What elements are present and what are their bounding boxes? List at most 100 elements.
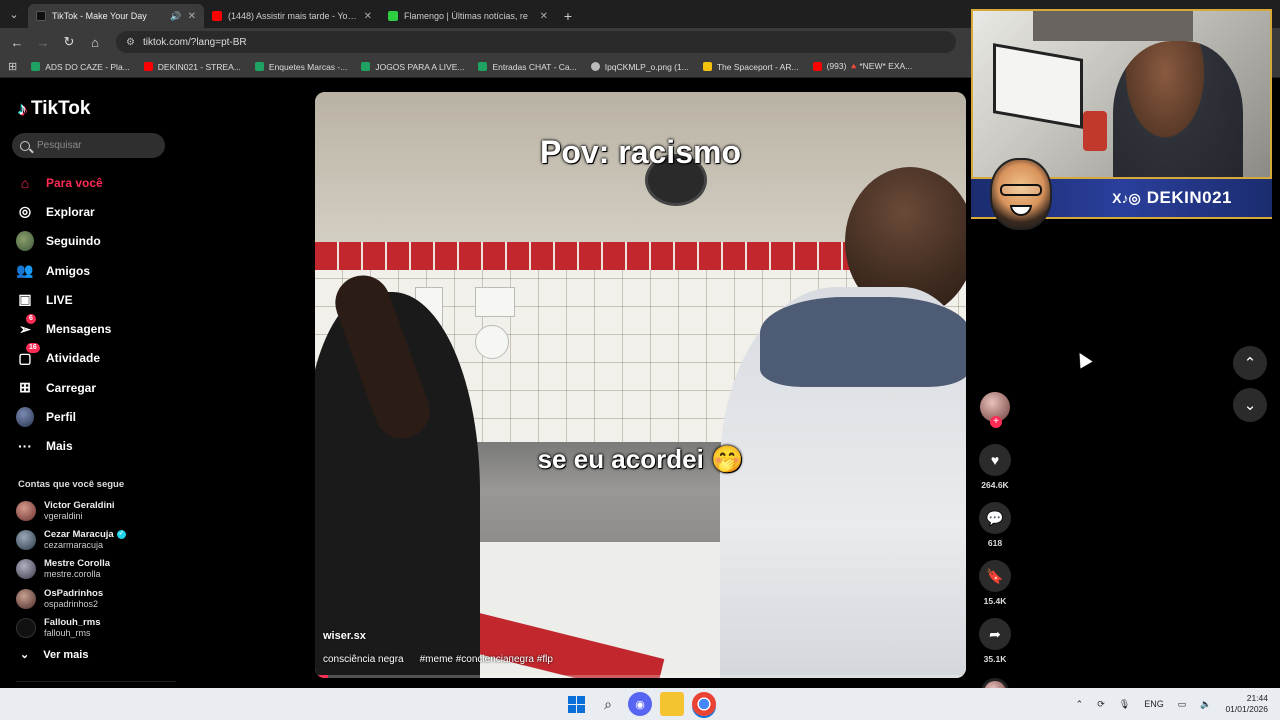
tab-tiktok[interactable]: TikTok - Make Your Day 🔊 ✕	[28, 4, 204, 28]
close-tab-icon[interactable]: ✕	[188, 11, 196, 22]
windows-logo-icon	[567, 695, 585, 713]
share-arrow-icon: ➦	[989, 625, 1001, 642]
chrome-icon[interactable]	[692, 692, 716, 716]
streamer-handle: DEKIN021	[1146, 188, 1232, 207]
sync-icon[interactable]: ⟳	[1097, 699, 1105, 710]
tab-search-icon[interactable]: ⌄	[0, 0, 28, 28]
apps-grid-icon[interactable]: ⊞	[8, 60, 17, 73]
taskbar-apps: ⌕ ◉	[564, 692, 716, 716]
streamer-webcam	[971, 9, 1272, 179]
new-tab-button[interactable]: +	[556, 4, 580, 28]
tab-flamengo[interactable]: Flamengo | Últimas notícias, re ✕	[380, 4, 556, 28]
tab-youtube[interactable]: (1448) Assistir mais tarde - YouTube ✕	[204, 4, 380, 28]
save-count: 15.4K	[983, 596, 1007, 606]
clock-date: 01/01/2026	[1225, 704, 1268, 714]
bookmark-item[interactable]: JOGOS PARA A LIVE...	[361, 62, 464, 72]
nav-for-you[interactable]: ⌂ Para você	[16, 168, 176, 197]
search-box[interactable]	[12, 133, 165, 158]
following-account[interactable]: Mestre Corolla mestre.corolla	[16, 555, 176, 584]
caption-text: consciência negra	[323, 654, 404, 665]
more-icon: ···	[18, 438, 32, 455]
like-button[interactable]: ♥	[979, 444, 1011, 476]
volume-icon[interactable]: 🔈	[1200, 699, 1211, 710]
bookmark-item[interactable]: DEKIN021 - STREA...	[143, 62, 241, 72]
start-button[interactable]	[564, 692, 588, 716]
following-account[interactable]: Cezar Maracuja ✓ cezarmaracuja	[16, 525, 176, 554]
video-progress-bar[interactable]	[315, 675, 966, 678]
bookmark-item[interactable]: The Spaceport - AR...	[702, 62, 799, 72]
language-indicator[interactable]: ENG	[1144, 699, 1164, 709]
share-count: 35.1K	[983, 654, 1007, 664]
following-account[interactable]: OsPadrinhos ospadrinhos2	[16, 584, 176, 613]
save-button[interactable]: 🔖	[979, 560, 1011, 592]
file-explorer-icon[interactable]	[660, 692, 684, 716]
comment-count: 618	[987, 538, 1003, 548]
discord-icon[interactable]: ◉	[628, 692, 652, 716]
chevron-down-icon: ⌄	[20, 649, 30, 661]
chevron-up-icon: ⌃	[1243, 355, 1257, 372]
video-author[interactable]: wiser.sx	[323, 630, 366, 642]
home-button[interactable]: ⌂	[84, 31, 106, 53]
divider	[16, 681, 176, 682]
caption-hashtags[interactable]: #meme #concienciaпegra #flp	[420, 654, 553, 665]
bookmark-item[interactable]: ADS DO CAZE - Pla...	[31, 62, 130, 72]
creator-avatar[interactable]: +	[980, 392, 1010, 428]
chevron-up-icon[interactable]: ⌃	[1076, 699, 1084, 710]
social-icons: X♪◎	[1112, 189, 1141, 206]
following-list: Victor Geraldini vgeraldini Cezar Maracuj…	[16, 496, 176, 642]
avatar	[16, 500, 36, 521]
avatar	[16, 617, 36, 638]
comment-icon: 💬	[986, 509, 1004, 526]
nav-activity[interactable]: ▢ 16 Atividade	[16, 343, 176, 373]
close-tab-icon[interactable]: ✕	[364, 11, 372, 22]
following-account[interactable]: Victor Geraldini vgeraldini	[16, 496, 176, 525]
forward-button[interactable]: →	[32, 31, 54, 53]
heart-icon: ♥	[990, 452, 1000, 468]
follow-plus-icon[interactable]: +	[990, 416, 1002, 428]
close-tab-icon[interactable]: ✕	[540, 11, 548, 22]
brand-name: TikTok	[31, 98, 91, 119]
video-caption: consciência negra #meme #concienciaпegra…	[323, 654, 553, 665]
see-more-button[interactable]: ⌄ Ver mais	[20, 648, 88, 662]
microphone-icon[interactable]: 🎙	[1119, 699, 1130, 710]
following-account[interactable]: Fallouh_rms fallouh_rms	[16, 613, 176, 642]
chevron-down-icon: ⌄	[1243, 397, 1257, 414]
previous-video-button[interactable]: ⌃	[1233, 346, 1267, 380]
search-icon[interactable]: ⌕	[596, 692, 620, 716]
video-overlay-title: Pov: racismo	[540, 134, 741, 170]
reload-button[interactable]: ↻	[58, 31, 80, 53]
video-player[interactable]: Pov: racismo se eu acordei 🤭 wiser.sx co…	[315, 92, 966, 678]
youtube-icon	[812, 62, 822, 71]
clock[interactable]: 21:44 01/01/2026	[1225, 693, 1268, 715]
nav-friends[interactable]: 👥 Amigos	[16, 256, 176, 285]
bookmark-item[interactable]: Enquetes Marcas -...	[254, 62, 347, 72]
nav-explore[interactable]: ◎ Explorar	[16, 197, 176, 226]
friends-icon: 👥	[16, 262, 34, 279]
back-button[interactable]: ←	[6, 31, 28, 53]
avatar	[16, 559, 36, 580]
site-settings-icon[interactable]: ⚙	[126, 37, 135, 48]
bookmark-item[interactable]: (993) 🔺*NEW* EXA...	[812, 61, 912, 72]
comment-button[interactable]: 💬	[979, 502, 1011, 534]
live-icon: ▣	[18, 291, 32, 308]
tiktok-logo[interactable]: ♪ TikTok	[18, 98, 90, 120]
profile-icon	[16, 407, 34, 428]
nav-messages[interactable]: ➢ 6 Mensagens	[16, 314, 176, 343]
globe-icon	[590, 62, 600, 71]
next-video-button[interactable]: ⌄	[1233, 388, 1267, 422]
bookmark-item[interactable]: IpqCKMLP_o.png (1...	[590, 62, 689, 72]
nav-following[interactable]: Seguindo	[16, 227, 176, 256]
share-button[interactable]: ➦	[979, 618, 1011, 650]
nav-upload[interactable]: ⊞ Carregar	[16, 373, 176, 402]
system-tray: ⌃ ⟳ 🎙 ENG ▭ 🔈 21:44 01/01/2026	[1076, 688, 1268, 720]
search-input[interactable]	[37, 140, 147, 151]
nav-live[interactable]: ▣ LIVE	[16, 285, 176, 314]
nav-profile[interactable]: Perfil	[16, 402, 176, 431]
nav-more[interactable]: ··· Mais	[16, 432, 176, 461]
speaker-icon[interactable]: 🔊	[170, 11, 181, 22]
network-icon[interactable]: ▭	[1178, 699, 1187, 710]
bookmark-item[interactable]: Entradas CHAT - Ca...	[478, 62, 577, 72]
avatar	[16, 588, 36, 609]
address-bar[interactable]: ⚙ tiktok.com/?lang=pt-BR	[116, 31, 956, 53]
following-section-title: Contas que você segue	[18, 479, 125, 490]
